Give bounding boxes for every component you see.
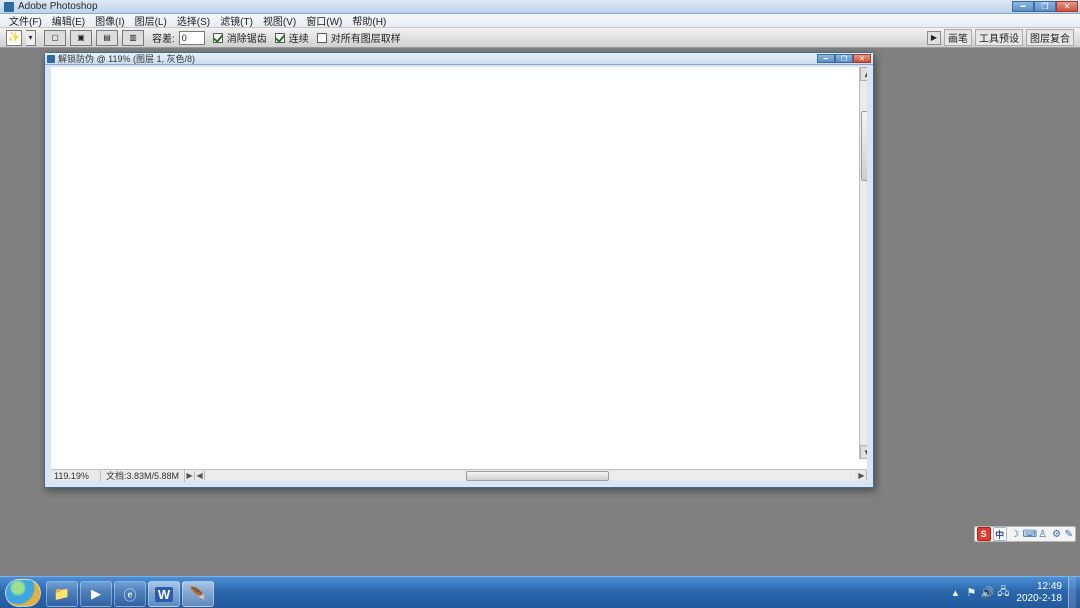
document-icon	[47, 55, 55, 63]
selection-subtract-icon[interactable]: ▤	[96, 30, 118, 46]
app-window-controls: ━ ❐ ✕	[1012, 1, 1078, 12]
selection-intersect-icon[interactable]: ▥	[122, 30, 144, 46]
halftone-trace-icon	[210, 159, 401, 386]
document-content: ▲ ▼ 119.19% 文档:3.83M/5.88M ▶ ◀ ▶	[45, 65, 873, 487]
scroll-up-button[interactable]: ▲	[860, 67, 867, 81]
menu-filter[interactable]: 滤镜(T)	[215, 13, 258, 28]
all-layers-label: 对所有图层取样	[331, 30, 401, 45]
tray-network-icon[interactable]: 🖧	[996, 586, 1010, 600]
taskbar-word-icon[interactable]: W	[148, 581, 180, 607]
ime-keyboard-icon[interactable]: ⌨	[1023, 529, 1035, 540]
ime-moon-icon[interactable]: ☽	[1009, 529, 1021, 540]
contiguous-label: 连续	[289, 30, 309, 45]
info-menu-arrow-icon[interactable]: ▶	[185, 471, 195, 480]
ime-pin-icon[interactable]: ✎	[1065, 529, 1073, 540]
halftone-trace-icon	[631, 137, 801, 267]
tray-chevron-up-icon[interactable]: ▴	[948, 586, 962, 600]
document-info[interactable]: 文档:3.83M/5.88M	[101, 469, 185, 482]
taskbar-explorer-icon[interactable]: 📁	[46, 581, 78, 607]
menu-layer[interactable]: 图层(L)	[130, 13, 172, 28]
tray-date: 2020-2-18	[1016, 593, 1062, 605]
tray-time: 12:49	[1016, 581, 1062, 593]
palette-layercomps-tab[interactable]: 图层复合	[1026, 29, 1074, 46]
hscroll-thumb[interactable]	[466, 471, 609, 481]
tool-preset[interactable]: ✨ ▾	[6, 30, 36, 46]
document-status-bar: 119.19% 文档:3.83M/5.88M ▶ ◀ ▶	[51, 469, 867, 481]
tolerance-input[interactable]: 0	[179, 31, 205, 45]
tray-clock[interactable]: 12:49 2020-2-18	[1012, 579, 1066, 607]
contiguous-checkbox[interactable]	[275, 33, 285, 43]
scroll-left-button[interactable]: ◀	[195, 471, 205, 480]
start-button[interactable]	[5, 579, 41, 607]
ime-sogou-icon[interactable]: S	[977, 527, 991, 541]
show-desktop-button[interactable]	[1068, 577, 1076, 608]
menu-image[interactable]: 图像(I)	[90, 13, 129, 28]
ime-language-button[interactable]: 中	[993, 527, 1007, 541]
vscroll-track[interactable]	[860, 81, 867, 445]
app-title: Adobe Photoshop	[18, 1, 98, 12]
vertical-scrollbar[interactable]: ▲ ▼	[859, 67, 867, 459]
document-maximize-button[interactable]: ❐	[835, 54, 853, 63]
halftone-trace-icon	[481, 167, 631, 367]
menu-help[interactable]: 帮助(H)	[347, 13, 391, 28]
document-window: 解锁防伪 @ 119% (图层 1, 灰色/8) ━ ❐ ✕ ▲	[44, 52, 874, 488]
scroll-down-button[interactable]: ▼	[860, 445, 867, 459]
menu-select[interactable]: 选择(S)	[172, 13, 215, 28]
scroll-right-button[interactable]: ▶	[857, 471, 867, 480]
selection-new-icon[interactable]: ▢	[44, 30, 66, 46]
document-title: 解锁防伪 @ 119% (图层 1, 灰色/8)	[58, 52, 195, 65]
palette-toggle-icon[interactable]: ▶	[927, 31, 941, 45]
ime-floating-toolbar[interactable]: S 中 ☽ ⌨ ♙ ⚙ ✎	[974, 526, 1076, 542]
menu-window[interactable]: 窗口(W)	[301, 13, 347, 28]
ime-person-icon[interactable]: ♙	[1037, 529, 1049, 540]
vscroll-thumb[interactable]	[861, 111, 867, 181]
ime-settings-icon[interactable]: ⚙	[1051, 529, 1063, 540]
work-area: 解锁防伪 @ 119% (图层 1, 灰色/8) ━ ❐ ✕ ▲	[0, 48, 1080, 576]
anti-alias-checkbox[interactable]	[213, 33, 223, 43]
menu-view[interactable]: 视图(V)	[258, 13, 301, 28]
document-titlebar[interactable]: 解锁防伪 @ 119% (图层 1, 灰色/8) ━ ❐ ✕	[45, 53, 873, 65]
options-bar: ✨ ▾ ▢ ▣ ▤ ▥ 容差: 0 消除锯齿 连续 对所有图层取样 ▶ 画笔 工…	[0, 28, 1080, 48]
selection-add-icon[interactable]: ▣	[70, 30, 92, 46]
photoshop-logo-icon	[4, 2, 14, 12]
taskbar-mediaplayer-icon[interactable]: ▶	[80, 581, 112, 607]
taskbar: 📁 ▶ ⓔ W 🪶 ▴ ⚑ 🔊 🖧 12:49 2020-2-18	[0, 576, 1080, 608]
app-minimize-button[interactable]: ━	[1012, 1, 1034, 12]
tool-preset-dropdown-icon[interactable]: ▾	[26, 30, 36, 46]
taskbar-photoshop-icon[interactable]: 🪶	[182, 581, 214, 607]
palette-well: ▶ 画笔 工具预设 图层复合	[927, 29, 1074, 46]
anti-alias-label: 消除锯齿	[227, 30, 267, 45]
horizontal-scrollbar[interactable]	[207, 471, 855, 481]
menu-edit[interactable]: 编辑(E)	[47, 13, 90, 28]
document-close-button[interactable]: ✕	[853, 54, 871, 63]
tray-volume-icon[interactable]: 🔊	[980, 586, 994, 600]
magic-wand-tool-icon: ✨	[6, 30, 22, 46]
tray-flag-icon[interactable]: ⚑	[964, 586, 978, 600]
tolerance-label: 容差:	[152, 30, 175, 45]
app-titlebar: Adobe Photoshop ━ ❐ ✕	[0, 0, 1080, 14]
document-minimize-button[interactable]: ━	[817, 54, 835, 63]
app-maximize-button[interactable]: ❐	[1034, 1, 1056, 12]
canvas-viewport[interactable]: ▲ ▼	[51, 67, 867, 469]
menu-bar: 文件(F) 编辑(E) 图像(I) 图层(L) 选择(S) 滤镜(T) 视图(V…	[0, 14, 1080, 28]
all-layers-checkbox[interactable]	[317, 33, 327, 43]
palette-brushes-tab[interactable]: 画笔	[944, 29, 972, 46]
app-close-button[interactable]: ✕	[1056, 1, 1078, 12]
zoom-field[interactable]: 119.19%	[51, 471, 101, 481]
selection-mode-group: ▢ ▣ ▤ ▥	[44, 30, 144, 46]
palette-toolpresets-tab[interactable]: 工具预设	[975, 29, 1023, 46]
taskbar-ie-icon[interactable]: ⓔ	[114, 581, 146, 607]
menu-file[interactable]: 文件(F)	[4, 13, 47, 28]
canvas-image	[51, 67, 867, 469]
halftone-trace-icon	[605, 244, 817, 371]
